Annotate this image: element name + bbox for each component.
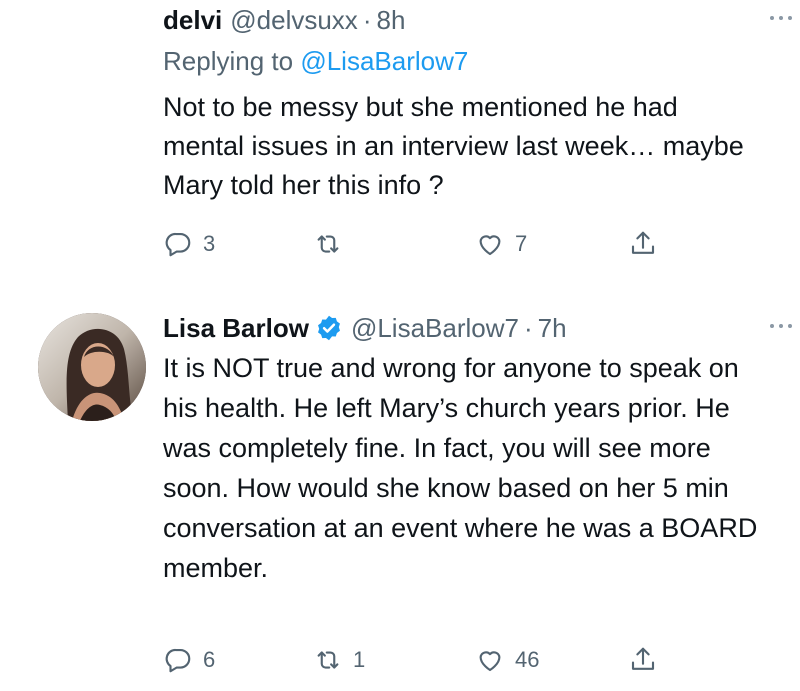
share-button[interactable] [628, 642, 658, 678]
replying-to-label: Replying to [163, 46, 301, 76]
author-name[interactable]: delvi [163, 5, 222, 36]
tweet-text: Not to be messy but she mentioned he had… [163, 92, 744, 200]
reply-icon [165, 232, 191, 257]
tweet-timestamp[interactable]: 8h [376, 5, 405, 36]
share-button[interactable] [628, 226, 658, 262]
tweet-actions: 3 7 [163, 226, 683, 262]
tweet-lisa-barlow[interactable]: Lisa Barlow @LisaBarlow7 · 7h It is NOT … [0, 290, 800, 691]
more-options-icon[interactable] [766, 316, 796, 336]
more-options-icon[interactable] [766, 8, 796, 28]
like-count: 46 [515, 647, 540, 672]
separator-dot: · [523, 312, 533, 343]
tweet-content: Lisa Barlow @LisaBarlow7 · 7h It is NOT … [163, 308, 760, 673]
reply-count: 3 [203, 231, 216, 256]
reply-count: 6 [203, 647, 216, 672]
tweet-timestamp[interactable]: 7h [538, 313, 567, 344]
retweet-button[interactable] [313, 226, 353, 262]
like-button[interactable]: 7 [475, 226, 527, 262]
tweet-content: delvi @delvsuxx · 8h Replying to @LisaBa… [163, 0, 760, 257]
like-button[interactable]: 46 [475, 642, 539, 678]
reply-button[interactable]: 3 [163, 226, 215, 262]
retweet-icon [317, 235, 339, 253]
like-count: 7 [515, 231, 528, 256]
author-handle[interactable]: @delvsuxx [230, 5, 358, 36]
retweet-button[interactable]: 1 [313, 642, 365, 678]
heart-icon [479, 235, 501, 256]
author-handle[interactable]: @LisaBarlow7 [351, 313, 519, 344]
heart-icon [479, 651, 501, 672]
tweet-header: delvi @delvsuxx · 8h [163, 0, 760, 40]
retweet-count: 1 [353, 647, 366, 672]
share-icon [631, 647, 655, 670]
replying-to-link[interactable]: @LisaBarlow7 [300, 46, 468, 76]
share-icon [631, 231, 655, 254]
author-name[interactable]: Lisa Barlow [163, 313, 309, 344]
avatar-photo [38, 313, 146, 421]
separator-dot: · [362, 4, 372, 35]
tweet-header: Lisa Barlow @LisaBarlow7 · 7h [163, 308, 760, 348]
reply-icon [165, 648, 191, 673]
retweet-icon [317, 651, 339, 669]
reply-button[interactable]: 6 [163, 642, 215, 678]
verified-badge-icon[interactable] [315, 314, 343, 342]
tweet-text: It is NOT true and wrong for anyone to s… [163, 353, 758, 583]
tweet-delvi[interactable]: delvi @delvsuxx · 8h Replying to @LisaBa… [0, 0, 800, 290]
avatar[interactable] [38, 313, 146, 421]
replying-to: Replying to @LisaBarlow7 [163, 42, 760, 80]
tweet-actions: 6 1 46 [163, 642, 683, 678]
